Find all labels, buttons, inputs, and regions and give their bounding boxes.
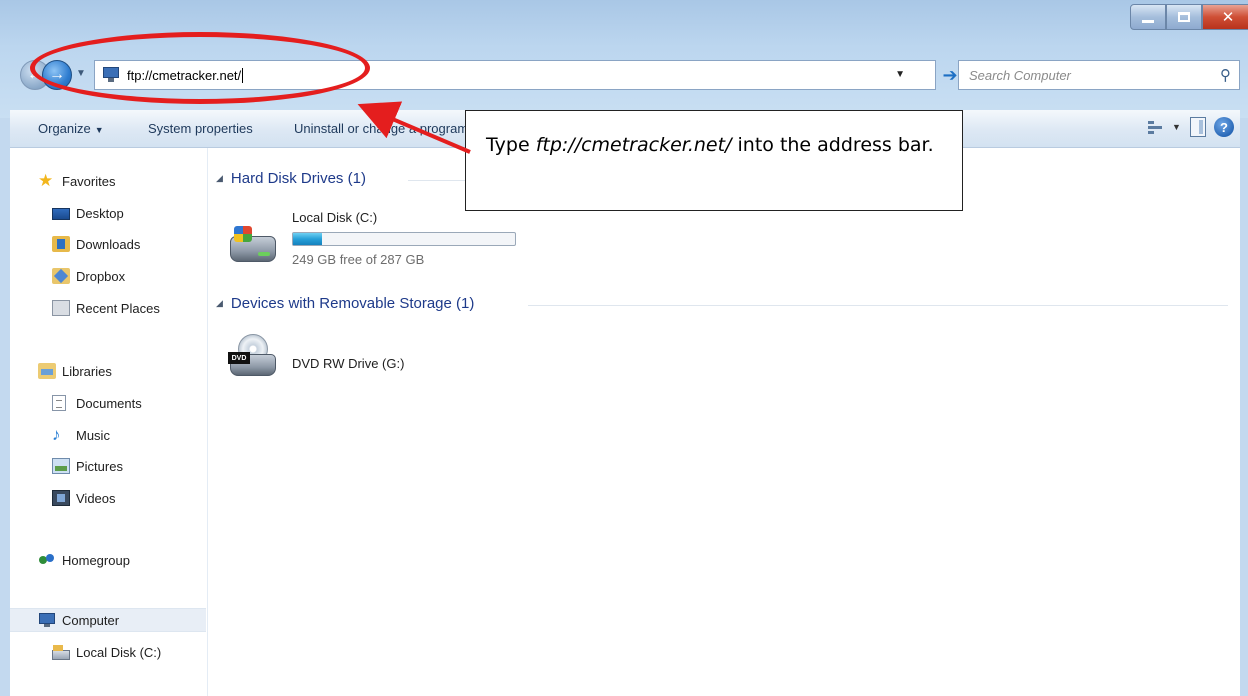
sidebar-item-label: Homegroup	[62, 552, 130, 568]
address-input[interactable]: ftp://cmetracker.net/	[127, 68, 241, 83]
recent-places-icon	[52, 300, 70, 316]
change-view-icon[interactable]	[1148, 118, 1168, 138]
sidebar-item-label: Downloads	[76, 236, 141, 252]
sidebar-item-homegroup[interactable]: Homegroup	[38, 548, 130, 572]
close-button[interactable]: ✕	[1202, 4, 1248, 30]
group-header-label: Devices with Removable Storage (1)	[230, 295, 475, 312]
sidebar-item-label: Local Disk (C:)	[76, 644, 162, 660]
sidebar-item-music[interactable]: ♪ Music	[52, 423, 110, 447]
text-cursor	[242, 67, 244, 83]
group-header-hard-disk[interactable]: ◢ Hard Disk Drives (1)	[216, 170, 366, 187]
search-placeholder: Search Computer	[969, 67, 1071, 83]
pictures-icon	[52, 458, 70, 474]
preview-pane-icon[interactable]	[1190, 117, 1206, 137]
sidebar-item-label: Dropbox	[76, 268, 126, 284]
organize-label: Organize	[38, 121, 91, 136]
address-dropdown-icon[interactable]: ▼	[895, 69, 905, 80]
dvd-drive-icon[interactable]: DVD	[228, 334, 280, 378]
dvd-badge: DVD	[228, 352, 250, 364]
organize-menu[interactable]: Organize ▼	[38, 121, 104, 136]
music-note-icon: ♪	[52, 425, 61, 444]
back-arrow-icon: ←	[27, 66, 43, 83]
sidebar-item-label: Computer	[62, 612, 120, 628]
local-disk-name[interactable]: Local Disk (C:)	[292, 210, 377, 225]
minimize-button[interactable]	[1130, 4, 1166, 30]
computer-icon	[38, 612, 56, 628]
video-icon	[52, 490, 70, 506]
window-frame-right	[1240, 118, 1248, 696]
sidebar-item-label: Favorites	[62, 173, 116, 189]
callout-prefix: Type	[486, 134, 536, 156]
sidebar-item-recent-places[interactable]: Recent Places	[52, 296, 160, 320]
sidebar-item-documents[interactable]: Documents	[52, 391, 142, 415]
uninstall-program-button[interactable]: Uninstall or change a program	[294, 121, 468, 136]
go-arrow-icon: ➔	[942, 64, 958, 85]
sidebar-item-label: Pictures	[76, 458, 123, 474]
search-input[interactable]: Search Computer ⚲	[958, 60, 1240, 90]
chevron-down-icon: ▼	[94, 125, 104, 135]
sidebar-item-desktop[interactable]: Desktop	[52, 201, 124, 225]
group-header-removable[interactable]: ◢ Devices with Removable Storage (1)	[216, 295, 474, 312]
sidebar-item-label: Music	[76, 427, 110, 443]
sidebar-item-videos[interactable]: Videos	[52, 486, 116, 510]
sidebar-item-libraries[interactable]: Libraries	[38, 359, 112, 383]
sidebar-item-label: Desktop	[76, 205, 124, 221]
help-icon[interactable]: ?	[1214, 117, 1234, 137]
system-properties-button[interactable]: System properties	[148, 121, 253, 136]
local-disk-icon	[52, 645, 70, 660]
sidebar-item-label: Libraries	[62, 363, 112, 379]
dvd-drive-name[interactable]: DVD RW Drive (G:)	[292, 356, 404, 371]
group-header-label: Hard Disk Drives (1)	[230, 170, 366, 187]
minimize-icon	[1142, 19, 1154, 23]
local-disk-drive-icon[interactable]	[228, 222, 280, 266]
desktop-icon	[52, 208, 70, 220]
window-frame-left	[0, 118, 10, 696]
homegroup-icon	[38, 552, 56, 568]
sidebar-item-label: Recent Places	[76, 300, 160, 316]
disk-space-fill	[293, 233, 323, 245]
address-bar[interactable]: ftp://cmetracker.net/ ▼	[94, 60, 936, 90]
window-controls: ✕	[1130, 4, 1248, 30]
navigation-bar: ← → ▼ ftp://cmetracker.net/ ▼ ➔ Search C…	[20, 58, 1240, 92]
collapse-triangle-icon: ◢	[216, 173, 223, 183]
libraries-icon	[38, 363, 56, 379]
content-pane: ◢ Hard Disk Drives (1) Local Disk (C:) 2…	[208, 148, 1240, 696]
forward-arrow-icon: →	[49, 66, 65, 83]
downloads-folder-icon	[52, 236, 70, 252]
document-icon	[52, 395, 66, 411]
sidebar-item-pictures[interactable]: Pictures	[52, 454, 123, 478]
close-icon: ✕	[1221, 9, 1235, 26]
disk-free-space: 249 GB free of 287 GB	[292, 252, 425, 267]
sidebar-item-label: Videos	[76, 490, 116, 506]
collapse-triangle-icon: ◢	[216, 298, 223, 308]
sidebar-item-computer[interactable]: Computer	[10, 608, 206, 632]
history-dropdown-icon[interactable]: ▼	[76, 68, 86, 79]
view-dropdown-icon[interactable]: ▼	[1172, 122, 1181, 132]
sidebar-item-favorites[interactable]: ★ Favorites	[38, 169, 115, 193]
navigation-pane: ★ Favorites Desktop Downloads Dropbox Re…	[10, 148, 208, 696]
sidebar-item-dropbox[interactable]: Dropbox	[52, 264, 125, 288]
sidebar-item-local-disk[interactable]: Local Disk (C:)	[52, 640, 161, 664]
maximize-button[interactable]	[1166, 4, 1202, 30]
disk-space-bar	[292, 232, 516, 246]
callout-suffix: into the address bar.	[731, 134, 934, 156]
computer-icon	[101, 67, 121, 83]
forward-button[interactable]: →	[42, 60, 72, 90]
sidebar-item-label: Documents	[76, 395, 142, 411]
dropbox-folder-icon	[52, 268, 70, 284]
sidebar-item-downloads[interactable]: Downloads	[52, 232, 140, 256]
callout-url: ftp://cmetracker.net/	[535, 134, 732, 156]
magnifier-icon[interactable]: ⚲	[1220, 66, 1231, 84]
maximize-icon	[1178, 12, 1190, 22]
star-icon: ★	[38, 171, 54, 190]
instruction-callout: Type ftp://cmetracker.net/ into the addr…	[465, 110, 963, 211]
group-divider	[528, 305, 1228, 306]
